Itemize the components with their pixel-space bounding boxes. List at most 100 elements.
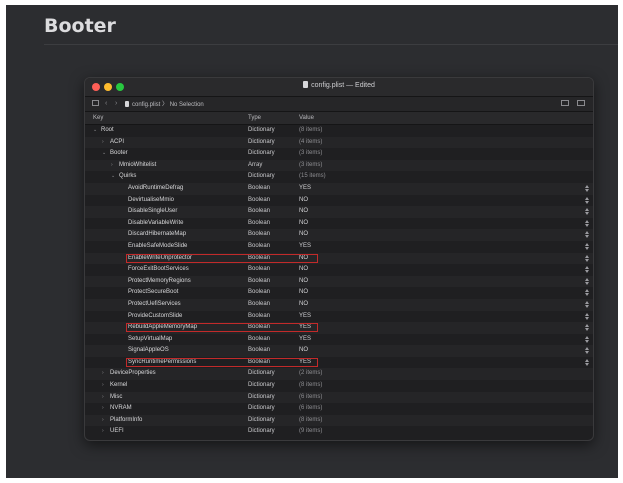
outline-row[interactable]: ProtectUefiServices Boolean NO bbox=[85, 298, 593, 311]
row-type[interactable]: Dictionary bbox=[248, 426, 275, 438]
boolean-stepper-icon[interactable] bbox=[585, 358, 589, 366]
column-value-header[interactable]: Value bbox=[299, 115, 314, 121]
boolean-stepper-icon[interactable] bbox=[585, 196, 589, 204]
row-type[interactable]: Dictionary bbox=[248, 368, 275, 380]
boolean-stepper-icon[interactable] bbox=[585, 184, 589, 192]
row-key[interactable]: ProvideCustomSlide bbox=[128, 311, 182, 323]
row-type[interactable]: Dictionary bbox=[248, 125, 275, 137]
row-value[interactable]: NO bbox=[299, 287, 308, 299]
outline-row[interactable]: ForceExitBootServices Boolean NO bbox=[85, 264, 593, 276]
row-value[interactable]: (3 items) bbox=[299, 160, 322, 172]
row-key[interactable]: SetupVirtualMap bbox=[128, 334, 172, 346]
row-key[interactable]: ProtectSecureBoot bbox=[128, 287, 178, 299]
row-key[interactable]: Booter bbox=[110, 148, 128, 160]
row-type[interactable]: Boolean bbox=[248, 276, 270, 288]
forward-icon[interactable]: › bbox=[115, 100, 117, 107]
row-key[interactable]: ProtectUefiServices bbox=[128, 299, 181, 311]
row-type[interactable]: Array bbox=[248, 160, 262, 172]
row-value[interactable]: (3 items) bbox=[299, 148, 322, 160]
row-key[interactable]: EnableSafeModeSlide bbox=[128, 241, 187, 253]
row-key[interactable]: Kernel bbox=[110, 380, 127, 392]
row-value[interactable]: NO bbox=[299, 276, 308, 288]
row-type[interactable]: Boolean bbox=[248, 322, 270, 334]
row-type[interactable]: Dictionary bbox=[248, 392, 275, 404]
row-type[interactable]: Boolean bbox=[248, 241, 270, 253]
outline-row[interactable]: › PlatformInfo Dictionary (8 items) bbox=[85, 414, 593, 427]
breadcrumb[interactable]: config.plist 〉 No Selection bbox=[125, 99, 204, 108]
row-value[interactable]: (15 items) bbox=[299, 171, 326, 183]
row-type[interactable]: Boolean bbox=[248, 357, 270, 369]
outline-row[interactable]: ⌄ Root Dictionary (8 items) bbox=[85, 125, 593, 137]
boolean-stepper-icon[interactable] bbox=[585, 324, 589, 332]
row-key[interactable]: SyncRuntimePermissions bbox=[128, 357, 196, 369]
boolean-stepper-icon[interactable] bbox=[585, 242, 589, 250]
boolean-stepper-icon[interactable] bbox=[585, 312, 589, 320]
row-key[interactable]: DisableVariableWrite bbox=[128, 218, 183, 230]
row-key[interactable]: SignalAppleOS bbox=[128, 345, 169, 357]
row-value[interactable]: NO bbox=[299, 253, 308, 265]
row-key[interactable]: ForceExitBootServices bbox=[128, 264, 189, 276]
row-value[interactable]: (8 items) bbox=[299, 415, 322, 427]
row-key[interactable]: Quirks bbox=[119, 171, 136, 183]
outline-row[interactable]: ⌄ Booter Dictionary (3 items) bbox=[85, 148, 593, 160]
outline-row[interactable]: DisableVariableWrite Boolean NO bbox=[85, 218, 593, 230]
disclosure-closed-icon[interactable]: › bbox=[102, 403, 104, 415]
outline-row[interactable]: › DeviceProperties Dictionary (2 items) bbox=[85, 368, 593, 381]
row-value[interactable]: (6 items) bbox=[299, 403, 322, 415]
column-type-header[interactable]: Type bbox=[248, 115, 261, 121]
row-type[interactable]: Dictionary bbox=[248, 171, 275, 183]
row-value[interactable]: NO bbox=[299, 195, 308, 207]
outline-row[interactable]: ⌄ Quirks Dictionary (15 items) bbox=[85, 171, 593, 183]
row-value[interactable]: YES bbox=[299, 357, 311, 369]
row-key[interactable]: RebuildAppleMemoryMap bbox=[128, 322, 197, 334]
row-key[interactable]: Misc bbox=[110, 392, 122, 404]
row-key[interactable]: PlatformInfo bbox=[110, 415, 142, 427]
row-value[interactable]: NO bbox=[299, 345, 308, 357]
row-value[interactable]: NO bbox=[299, 264, 308, 276]
boolean-stepper-icon[interactable] bbox=[585, 254, 589, 262]
boolean-stepper-icon[interactable] bbox=[585, 231, 589, 239]
disclosure-closed-icon[interactable]: › bbox=[102, 426, 104, 438]
outline-row[interactable]: EnableSafeModeSlide Boolean YES bbox=[85, 241, 593, 253]
row-type[interactable]: Boolean bbox=[248, 334, 270, 346]
row-key[interactable]: Root bbox=[101, 125, 114, 137]
row-type[interactable]: Boolean bbox=[248, 253, 270, 265]
outline-row[interactable]: › ACPI Dictionary (4 items) bbox=[85, 136, 593, 149]
row-value[interactable]: (8 items) bbox=[299, 380, 322, 392]
list-view-icon[interactable] bbox=[561, 100, 569, 106]
outline-row[interactable]: SyncRuntimePermissions Boolean YES bbox=[85, 357, 593, 369]
inspector-toggle-icon[interactable] bbox=[577, 100, 585, 106]
boolean-stepper-icon[interactable] bbox=[585, 289, 589, 297]
outline-row[interactable]: ProtectMemoryRegions Boolean NO bbox=[85, 275, 593, 288]
column-key-header[interactable]: Key bbox=[93, 115, 103, 121]
outline-row[interactable]: SignalAppleOS Boolean NO bbox=[85, 345, 593, 357]
row-value[interactable]: (4 items) bbox=[299, 137, 322, 149]
row-key[interactable]: AvoidRuntimeDefrag bbox=[128, 183, 183, 195]
breadcrumb-file[interactable]: config.plist bbox=[132, 102, 160, 108]
back-icon[interactable]: ‹ bbox=[105, 100, 107, 107]
row-value[interactable]: (9 items) bbox=[299, 426, 322, 438]
outline-row[interactable]: ProvideCustomSlide Boolean YES bbox=[85, 311, 593, 323]
row-value[interactable]: YES bbox=[299, 334, 311, 346]
outline-row[interactable]: › MmioWhitelist Array (3 items) bbox=[85, 159, 593, 172]
boolean-stepper-icon[interactable] bbox=[585, 335, 589, 343]
disclosure-open-icon[interactable]: ⌄ bbox=[93, 125, 97, 137]
row-key[interactable]: NVRAM bbox=[110, 403, 132, 415]
row-value[interactable]: YES bbox=[299, 183, 311, 195]
row-value[interactable]: (2 items) bbox=[299, 368, 322, 380]
disclosure-open-icon[interactable]: ⌄ bbox=[102, 148, 106, 160]
row-value[interactable]: NO bbox=[299, 229, 308, 241]
boolean-stepper-icon[interactable] bbox=[585, 277, 589, 285]
outline-row[interactable]: EnableWriteUnprotector Boolean NO bbox=[85, 252, 593, 265]
outline-row[interactable]: AvoidRuntimeDefrag Boolean YES bbox=[85, 182, 593, 195]
row-type[interactable]: Boolean bbox=[248, 218, 270, 230]
row-type[interactable]: Boolean bbox=[248, 299, 270, 311]
boolean-stepper-icon[interactable] bbox=[585, 300, 589, 308]
boolean-stepper-icon[interactable] bbox=[585, 266, 589, 274]
row-key[interactable]: DiscardHibernateMap bbox=[128, 229, 186, 241]
row-value[interactable]: NO bbox=[299, 299, 308, 311]
row-key[interactable]: DeviceProperties bbox=[110, 368, 156, 380]
outline-row[interactable]: ProtectSecureBoot Boolean NO bbox=[85, 287, 593, 299]
row-value[interactable]: YES bbox=[299, 311, 311, 323]
boolean-stepper-icon[interactable] bbox=[585, 347, 589, 355]
